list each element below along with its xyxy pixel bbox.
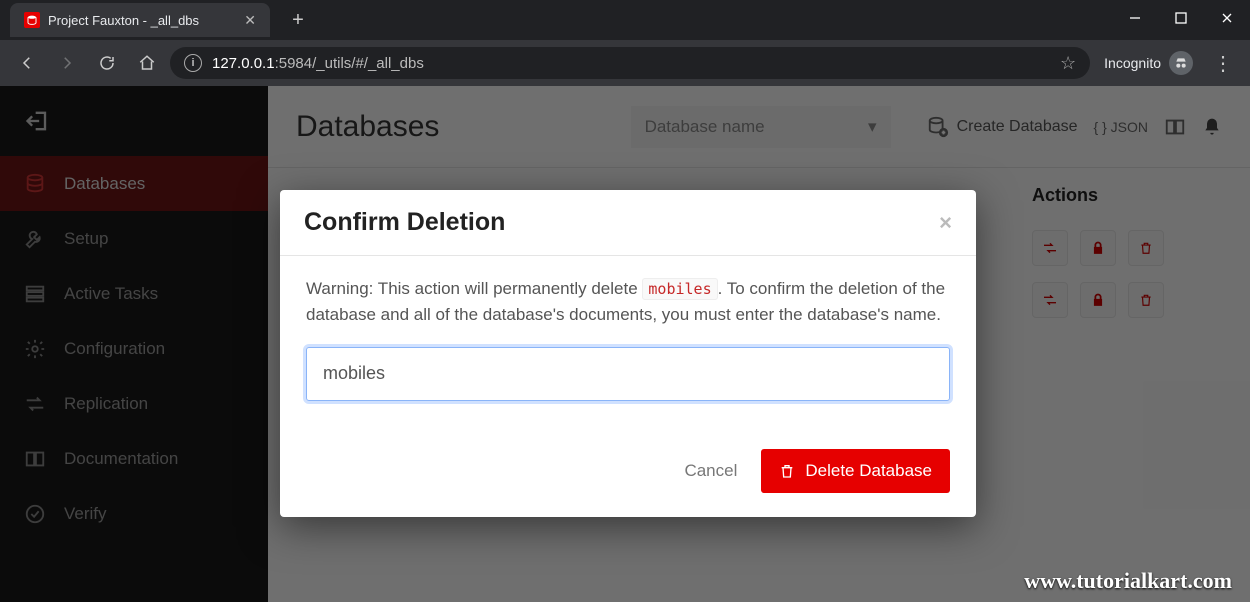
window-close[interactable] [1204, 0, 1250, 36]
modal-warning-text: Warning: This action will permanently de… [306, 279, 945, 324]
trash-icon [779, 463, 795, 479]
browser-menu[interactable]: ⋮ [1213, 51, 1234, 76]
nav-back[interactable] [10, 46, 44, 80]
confirm-db-name-input[interactable] [306, 347, 950, 401]
modal-title: Confirm Deletion [304, 208, 505, 237]
address-field[interactable]: i 127.0.0.1:5984/_utils/#/_all_dbs ☆ [170, 47, 1090, 79]
modal-close-icon[interactable]: × [939, 210, 952, 236]
confirm-deletion-modal: Confirm Deletion × Warning: This action … [280, 190, 976, 517]
incognito-icon [1169, 51, 1193, 75]
db-name-code: mobiles [642, 278, 717, 300]
window-minimize[interactable] [1112, 0, 1158, 36]
site-info-icon[interactable]: i [184, 54, 202, 72]
watermark: www.tutorialkart.com [1024, 568, 1232, 594]
new-tab-button[interactable]: + [284, 9, 312, 32]
window-maximize[interactable] [1158, 0, 1204, 36]
nav-reload[interactable] [90, 46, 124, 80]
favicon-icon [24, 12, 40, 28]
address-text: 127.0.0.1:5984/_utils/#/_all_dbs [212, 55, 424, 72]
nav-forward [50, 46, 84, 80]
browser-tab[interactable]: Project Fauxton - _all_dbs ✕ [10, 3, 270, 37]
tab-close-icon[interactable]: ✕ [244, 12, 256, 29]
delete-database-button[interactable]: Delete Database [761, 449, 950, 493]
tab-title: Project Fauxton - _all_dbs [48, 13, 199, 28]
nav-home[interactable] [130, 46, 164, 80]
cancel-button[interactable]: Cancel [684, 461, 737, 481]
bookmark-star-icon[interactable]: ☆ [1060, 53, 1076, 74]
incognito-indicator: Incognito [1104, 51, 1193, 75]
